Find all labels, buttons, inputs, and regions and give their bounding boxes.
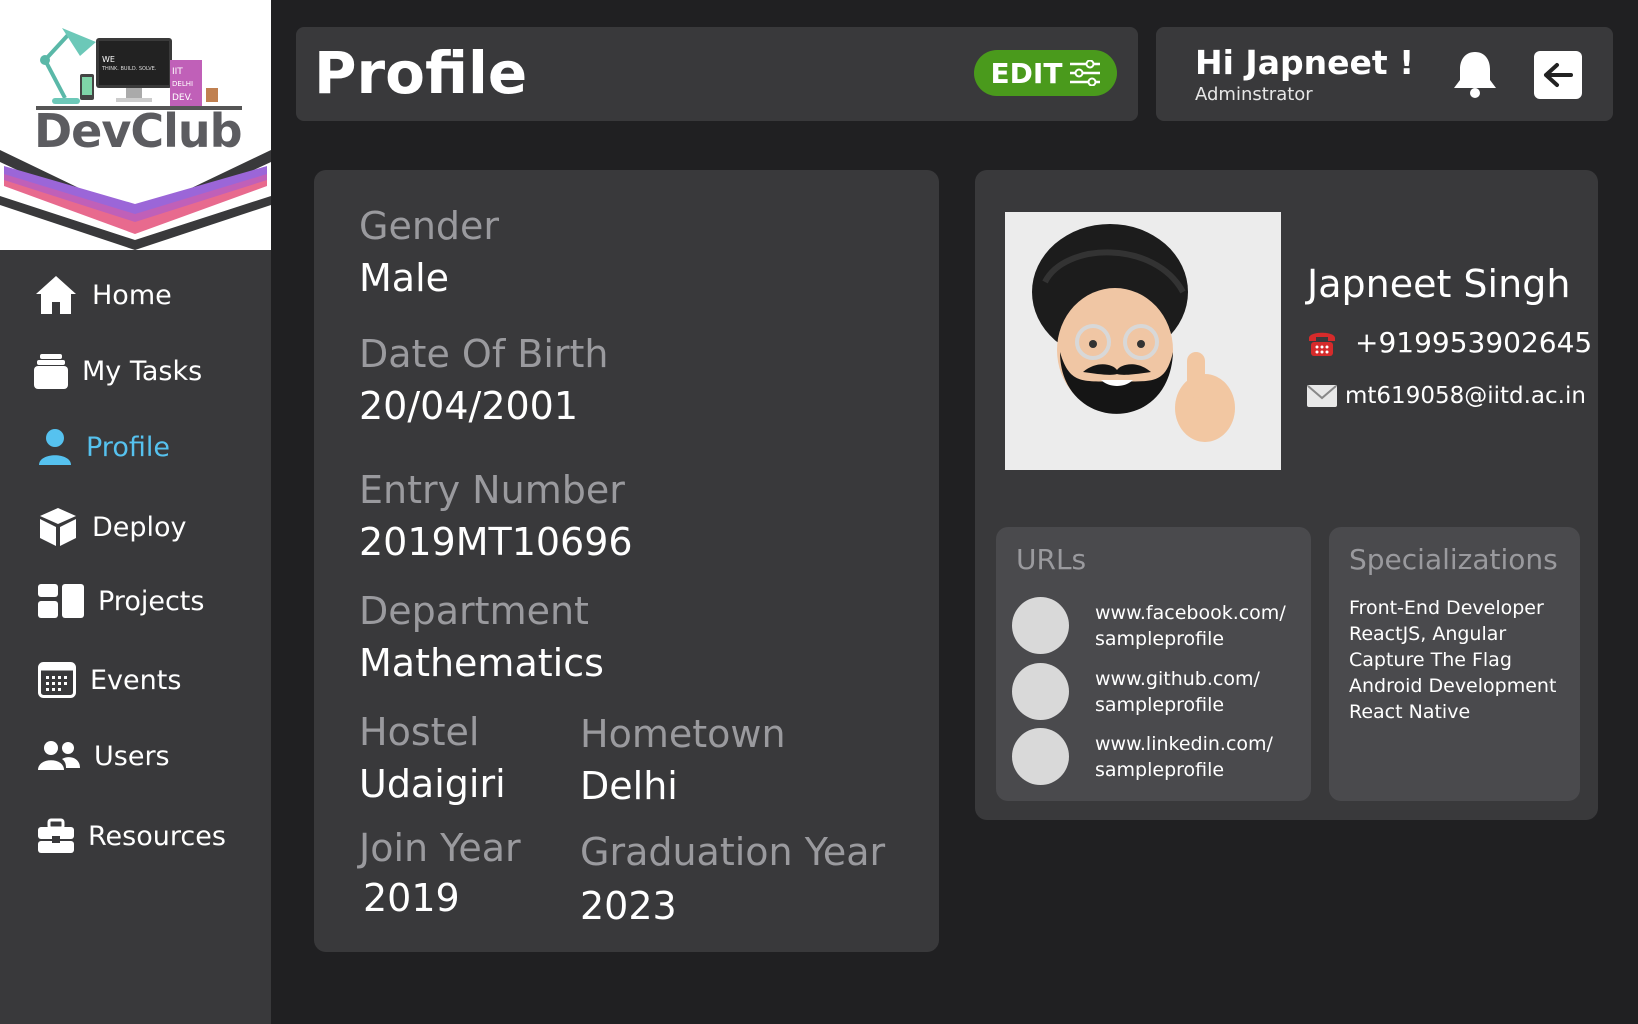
- user-header: Hi Japneet ! Adminstrator: [1156, 27, 1613, 121]
- page-title: Profile: [314, 39, 528, 107]
- specializations-card: Specializations Front-End Developer Reac…: [1329, 527, 1580, 801]
- logout-button[interactable]: [1534, 51, 1582, 99]
- nav-label: Home: [92, 279, 172, 311]
- edit-label: EDIT: [990, 56, 1063, 90]
- join-year-value: 2019: [363, 876, 460, 920]
- box-icon: [40, 508, 76, 546]
- svg-text:IIT: IIT: [172, 67, 183, 77]
- projects-icon: [38, 584, 84, 618]
- join-year-label: Join Year: [359, 826, 521, 870]
- url-item-github[interactable]: www.github.com/ sampleprofile: [1012, 663, 1305, 720]
- specialization-item: ReactJS, Angular: [1349, 623, 1507, 645]
- nav-item-users[interactable]: Users: [38, 740, 170, 772]
- profile-details-card: Gender Male Date Of Birth 20/04/2001 Ent…: [314, 170, 939, 952]
- nav-item-deploy[interactable]: Deploy: [38, 506, 187, 548]
- dob-value: 20/04/2001: [359, 384, 579, 428]
- facebook-icon[interactable]: [1012, 597, 1069, 654]
- urls-card: URLs www.facebook.com/ sampleprofile www…: [996, 527, 1311, 801]
- avatar-image: [1032, 224, 1235, 442]
- nav-label: Users: [94, 740, 170, 772]
- url-item-linkedin[interactable]: www.linkedin.com/ sampleprofile: [1012, 728, 1305, 785]
- profile-summary-card: Japneet Singh +919953902645 mt619058@iit…: [975, 170, 1598, 820]
- url-link[interactable]: www.github.com/ sampleprofile: [1095, 666, 1305, 718]
- specialization-item: Front-End Developer: [1349, 597, 1544, 619]
- nav-item-projects[interactable]: Projects: [38, 584, 204, 618]
- nav-item-profile[interactable]: Profile: [38, 428, 170, 466]
- linkedin-icon[interactable]: [1012, 728, 1069, 785]
- nav-item-my-tasks[interactable]: My Tasks: [34, 352, 202, 390]
- graduation-year-label: Graduation Year: [580, 830, 886, 874]
- department-value: Mathematics: [359, 641, 604, 685]
- tasks-icon: [34, 354, 68, 389]
- hostel-label: Hostel: [359, 710, 480, 754]
- svg-text:DELHI: DELHI: [172, 80, 193, 88]
- graduation-year-value: 2023: [580, 884, 677, 928]
- svg-text:DEV.: DEV.: [172, 93, 192, 103]
- phone-icon: [1309, 332, 1335, 356]
- brand-name: DevClub: [34, 104, 243, 158]
- arrow-left-icon: [1544, 63, 1573, 87]
- hostel-value: Udaigiri: [359, 762, 506, 806]
- calendar-icon: [38, 662, 76, 698]
- page-header: Profile EDIT: [296, 27, 1138, 121]
- email-address[interactable]: mt619058@iitd.ac.in: [1345, 383, 1586, 409]
- user-role: Adminstrator: [1195, 84, 1313, 105]
- specializations-title: Specializations: [1349, 543, 1558, 576]
- profile-name: Japneet Singh: [1307, 262, 1571, 306]
- avatar: [1005, 212, 1281, 470]
- gender-label: Gender: [359, 204, 500, 248]
- svg-text:WE: WE: [102, 55, 115, 64]
- logo[interactable]: WE THINK. BUILD. SOLVE. IIT DELHI DEV. D…: [0, 0, 271, 250]
- department-label: Department: [359, 589, 589, 633]
- url-link[interactable]: www.linkedin.com/ sampleprofile: [1095, 731, 1305, 783]
- nav-item-home[interactable]: Home: [34, 274, 172, 316]
- url-link[interactable]: www.facebook.com/ sampleprofile: [1095, 600, 1305, 652]
- urls-title: URLs: [1016, 543, 1087, 576]
- hometown-value: Delhi: [580, 764, 678, 808]
- nav-label: My Tasks: [82, 355, 203, 387]
- home-icon: [36, 276, 76, 314]
- entry-label: Entry Number: [359, 468, 625, 512]
- edit-button[interactable]: EDIT: [974, 50, 1117, 96]
- specializations-list: Front-End Developer ReactJS, Angular Cap…: [1349, 595, 1569, 725]
- users-icon: [38, 741, 80, 770]
- toolbox-icon: [38, 818, 74, 853]
- specialization-item: Capture The Flag: [1349, 649, 1512, 671]
- user-icon: [39, 429, 71, 465]
- specialization-item: React Native: [1349, 701, 1471, 723]
- sidebar: WE THINK. BUILD. SOLVE. IIT DELHI DEV. D…: [0, 0, 271, 1024]
- profile-email: mt619058@iitd.ac.in: [1307, 383, 1586, 409]
- user-greeting: Hi Japneet !: [1195, 43, 1415, 82]
- entry-value: 2019MT10696: [359, 520, 633, 564]
- github-icon[interactable]: [1012, 663, 1069, 720]
- specialization-item: Android Development: [1349, 675, 1557, 697]
- url-item-facebook[interactable]: www.facebook.com/ sampleprofile: [1012, 597, 1305, 654]
- nav-item-resources[interactable]: Resources: [38, 818, 226, 854]
- sliders-icon: [1070, 60, 1101, 86]
- hometown-label: Hometown: [580, 712, 786, 756]
- dob-label: Date Of Birth: [359, 332, 609, 376]
- phone-number: +919953902645: [1355, 326, 1593, 359]
- profile-phone: +919953902645: [1307, 326, 1592, 359]
- bell-icon[interactable]: [1452, 49, 1498, 99]
- mail-icon: [1307, 385, 1337, 407]
- gender-value: Male: [359, 256, 450, 300]
- svg-text:THINK. BUILD. SOLVE.: THINK. BUILD. SOLVE.: [101, 66, 157, 72]
- nav-item-events[interactable]: Events: [38, 662, 181, 698]
- nav-label: Resources: [88, 820, 226, 852]
- nav-label: Projects: [98, 585, 205, 617]
- nav-label: Deploy: [92, 511, 187, 543]
- nav-label: Events: [90, 664, 182, 696]
- nav-label: Profile: [86, 431, 170, 463]
